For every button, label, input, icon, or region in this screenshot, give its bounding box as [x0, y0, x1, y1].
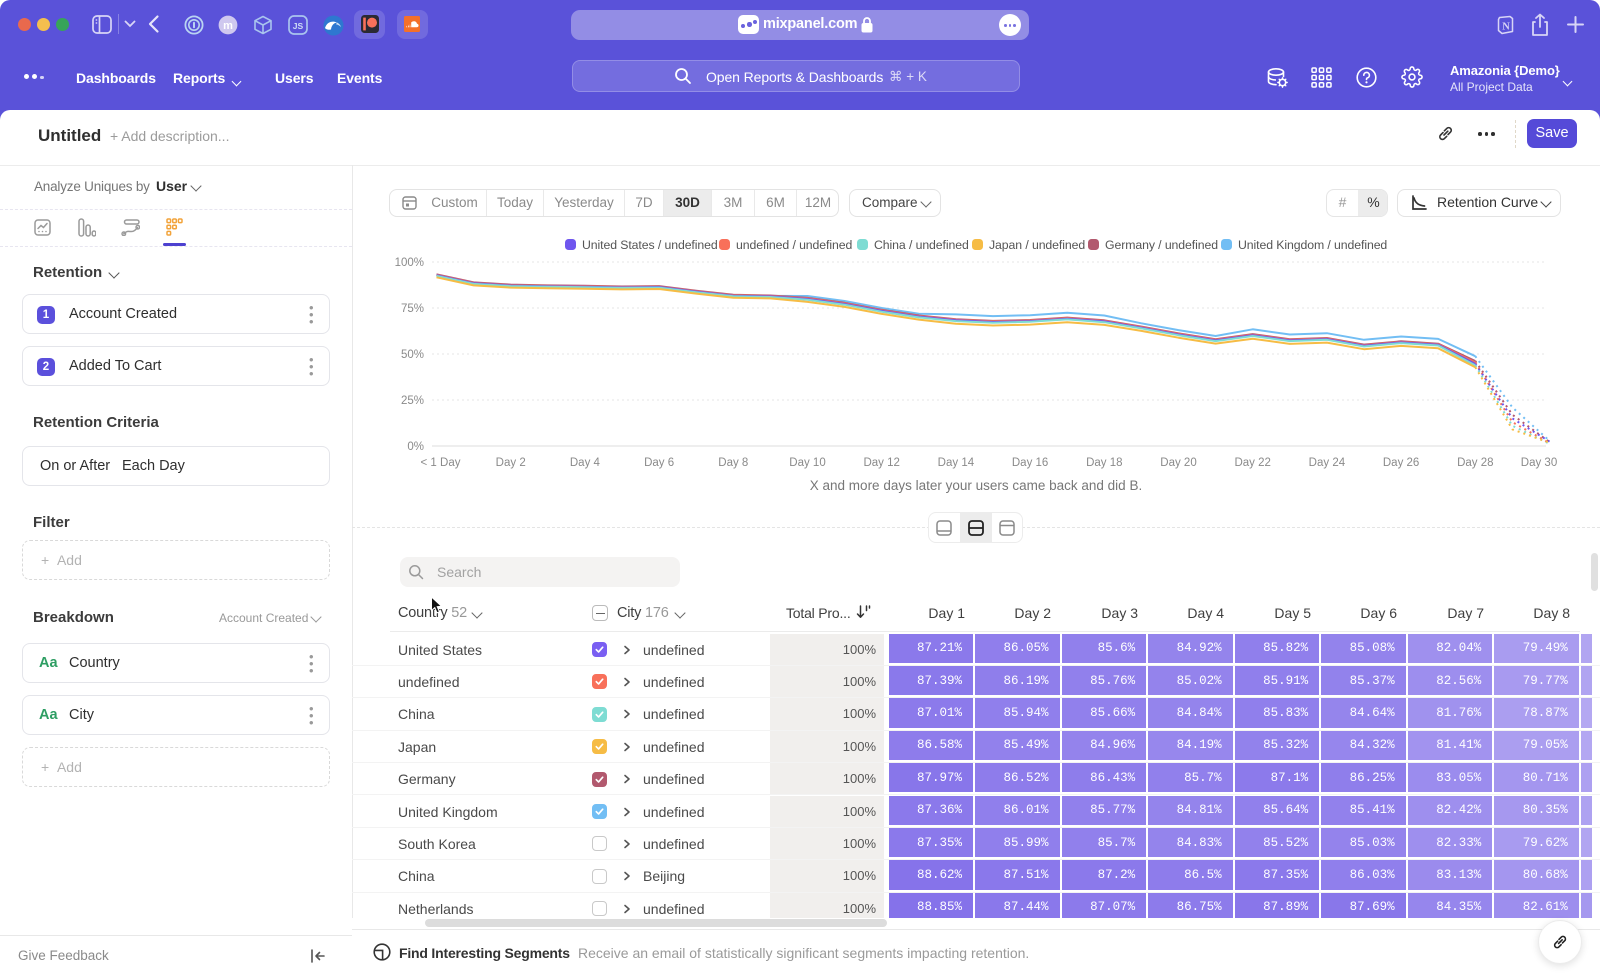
svg-text:Day 8: Day 8 — [718, 457, 748, 469]
svg-text:75%: 75% — [401, 303, 424, 315]
svg-text:Day 12: Day 12 — [863, 457, 899, 469]
svg-text:Day 2: Day 2 — [496, 457, 526, 469]
svg-text:50%: 50% — [401, 349, 424, 361]
svg-text:Day 30: Day 30 — [1521, 457, 1557, 469]
svg-text:Day 26: Day 26 — [1383, 457, 1419, 469]
svg-text:< 1 Day: < 1 Day — [421, 457, 461, 469]
svg-text:Day 20: Day 20 — [1160, 457, 1196, 469]
svg-text:Day 4: Day 4 — [570, 457, 601, 469]
svg-text:0%: 0% — [407, 441, 424, 453]
svg-text:Day 10: Day 10 — [789, 457, 825, 469]
svg-text:100%: 100% — [395, 257, 424, 269]
svg-text:Day 14: Day 14 — [938, 457, 975, 469]
svg-text:Day 6: Day 6 — [644, 457, 674, 469]
svg-text:25%: 25% — [401, 395, 424, 407]
svg-text:Day 28: Day 28 — [1457, 457, 1493, 469]
svg-text:Day 18: Day 18 — [1086, 457, 1122, 469]
svg-text:Day 16: Day 16 — [1012, 457, 1048, 469]
svg-text:Day 22: Day 22 — [1234, 457, 1270, 469]
svg-text:Day 24: Day 24 — [1309, 457, 1346, 469]
